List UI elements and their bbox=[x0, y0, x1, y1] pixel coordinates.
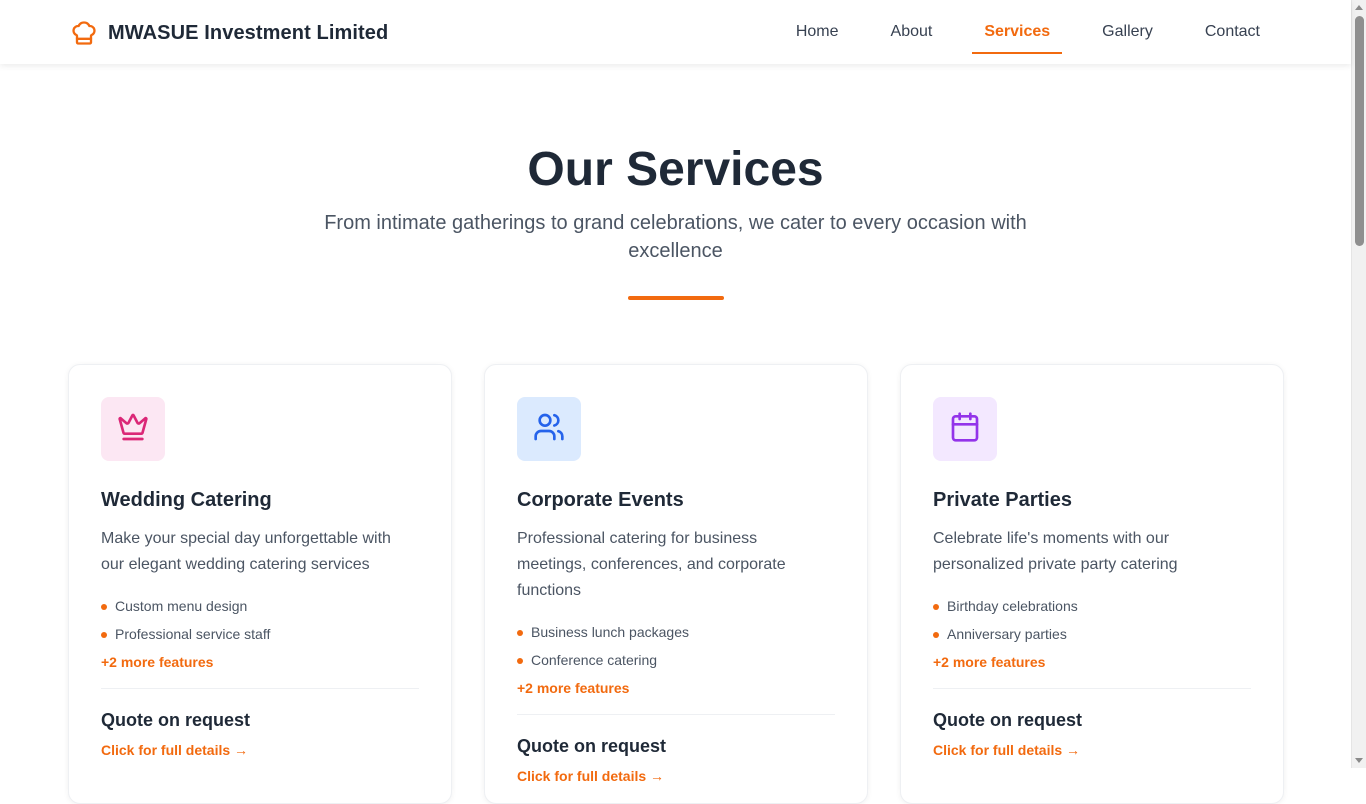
feature-item: Conference catering bbox=[517, 646, 835, 674]
service-card-wedding[interactable]: Wedding Catering Make your special day u… bbox=[68, 364, 452, 804]
card-icon-box bbox=[517, 397, 581, 461]
feature-item: Birthday celebrations bbox=[933, 592, 1251, 620]
card-divider bbox=[517, 714, 835, 715]
feature-item: Business lunch packages bbox=[517, 618, 835, 646]
nav-contact[interactable]: Contact bbox=[1193, 17, 1272, 47]
more-features-link[interactable]: +2 more features bbox=[933, 648, 1251, 676]
crown-icon bbox=[117, 411, 149, 448]
card-divider bbox=[933, 688, 1251, 689]
card-title: Private Parties bbox=[933, 489, 1072, 511]
page-scrollbar[interactable] bbox=[1351, 0, 1366, 768]
title-divider bbox=[628, 296, 724, 300]
brand-name: MWASUE Investment Limited bbox=[108, 21, 389, 44]
card-description: Professional catering for business meeti… bbox=[517, 530, 786, 599]
full-details-link[interactable]: Click for full details → bbox=[101, 741, 419, 759]
chef-hat-icon bbox=[70, 19, 98, 47]
site-header: MWASUE Investment Limited Home About Ser… bbox=[0, 0, 1351, 64]
card-icon-box bbox=[101, 397, 165, 461]
feature-list: Business lunch packages Conference cater… bbox=[517, 618, 835, 674]
card-description: Celebrate life's moments with our person… bbox=[933, 530, 1178, 573]
full-details-link[interactable]: Click for full details → bbox=[517, 767, 835, 785]
users-icon bbox=[533, 411, 565, 448]
service-card-private[interactable]: Private Parties Celebrate life's moments… bbox=[900, 364, 1284, 804]
scroll-down-arrow-icon[interactable] bbox=[1355, 758, 1363, 763]
service-card-corporate[interactable]: Corporate Events Professional catering f… bbox=[484, 364, 868, 804]
card-title: Wedding Catering bbox=[101, 489, 272, 511]
nav-services[interactable]: Services bbox=[972, 17, 1063, 54]
feature-item: Anniversary parties bbox=[933, 620, 1251, 648]
feature-item: Custom menu design bbox=[101, 592, 419, 620]
nav-about[interactable]: About bbox=[879, 17, 945, 47]
calendar-icon bbox=[949, 411, 981, 448]
scroll-thumb[interactable] bbox=[1355, 16, 1364, 246]
card-title: Corporate Events bbox=[517, 489, 684, 511]
main-nav: Home About Services Gallery Contact bbox=[756, 0, 1272, 64]
page-subtitle: From intimate gatherings to grand celebr… bbox=[324, 212, 1027, 262]
more-features-link[interactable]: +2 more features bbox=[101, 648, 419, 676]
nav-gallery[interactable]: Gallery bbox=[1090, 17, 1165, 47]
full-details-link[interactable]: Click for full details → bbox=[933, 741, 1251, 759]
price-label: Quote on request bbox=[517, 736, 667, 756]
card-icon-box bbox=[933, 397, 997, 461]
feature-list: Birthday celebrations Anniversary partie… bbox=[933, 592, 1251, 648]
feature-item: Professional service staff bbox=[101, 620, 419, 648]
card-description: Make your special day unforgettable with… bbox=[101, 530, 391, 573]
feature-list: Custom menu design Professional service … bbox=[101, 592, 419, 648]
more-features-link[interactable]: +2 more features bbox=[517, 674, 835, 702]
card-divider bbox=[101, 688, 419, 689]
brand-logo[interactable]: MWASUE Investment Limited bbox=[70, 18, 388, 48]
price-label: Quote on request bbox=[101, 710, 251, 730]
page-title: Our Services bbox=[527, 143, 824, 196]
scroll-up-arrow-icon[interactable] bbox=[1355, 5, 1363, 10]
price-label: Quote on request bbox=[933, 710, 1083, 730]
nav-home[interactable]: Home bbox=[784, 17, 851, 47]
